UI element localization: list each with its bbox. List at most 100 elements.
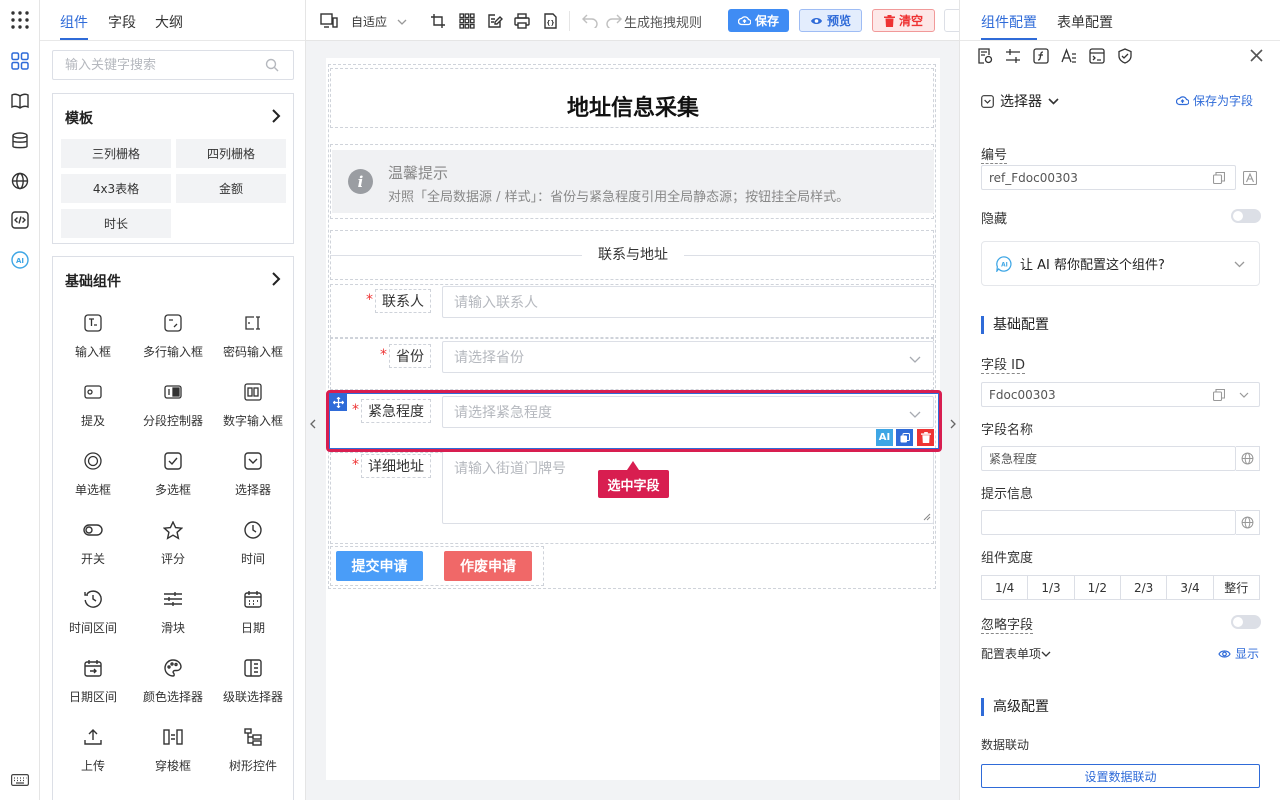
component-date[interactable]: 日期 <box>213 587 293 647</box>
ai-action-button[interactable]: AI <box>876 429 893 446</box>
show-link[interactable]: 显示 <box>1218 645 1259 662</box>
width-option[interactable]: 3/4 <box>1167 576 1214 599</box>
component-segmented[interactable]: 分段控制器 <box>133 380 213 440</box>
layout-mode-select[interactable]: 自适应 <box>351 11 407 31</box>
save-button[interactable]: 保存 <box>728 9 789 32</box>
component-time-range[interactable]: 时间区间 <box>53 587 133 647</box>
id-input[interactable]: ref_Fdoc00303 <box>981 165 1236 190</box>
component-search-input[interactable] <box>53 51 253 79</box>
component-cascader[interactable]: 级联选择器 <box>213 656 293 716</box>
component-mention[interactable]: 提及 <box>53 380 133 440</box>
script-icon[interactable] <box>1089 48 1105 68</box>
template-item[interactable]: 时长 <box>61 209 171 238</box>
edit-icon[interactable] <box>487 11 503 31</box>
width-option[interactable]: 1/2 <box>1075 576 1121 599</box>
component-password[interactable]: 密码输入框 <box>213 311 293 371</box>
component-rate[interactable]: 评分 <box>133 518 213 578</box>
search-icon[interactable] <box>265 58 279 76</box>
ai-config-prompt[interactable]: AI 让 AI 帮你配置这个组件? <box>981 241 1260 286</box>
chevron-down-icon[interactable] <box>1239 392 1249 398</box>
set-data-linkage-button[interactable]: 设置数据联动 <box>981 764 1260 788</box>
save-as-field-link[interactable]: 保存为字段 <box>1176 92 1253 109</box>
section-divider[interactable]: 联系与地址 <box>326 244 940 264</box>
template-item[interactable]: 金额 <box>176 174 286 203</box>
field-id-input[interactable]: Fdoc00303 <box>981 382 1260 407</box>
function-icon[interactable] <box>1033 48 1049 68</box>
sliders-icon[interactable] <box>1005 48 1021 68</box>
tip-alert[interactable]: i 温馨提示 对照「全局数据源 / 样式」：省份与紧急程度引用全局静态源；按钮挂… <box>332 150 934 213</box>
component-slider[interactable]: 滑块 <box>133 587 213 647</box>
void-button[interactable]: 作废申请 <box>444 551 532 581</box>
province-select[interactable]: 请选择省份 <box>442 341 934 373</box>
grid-icon[interactable] <box>459 11 475 31</box>
text-format-icon[interactable] <box>1240 165 1260 190</box>
keyboard-icon[interactable] <box>9 769 31 791</box>
ignore-field-toggle[interactable] <box>1231 615 1261 629</box>
config-form-items-toggle[interactable]: 配置表单项 <box>981 645 1051 662</box>
width-option[interactable]: 1/4 <box>982 576 1029 599</box>
copy-icon[interactable] <box>1213 389 1225 401</box>
components-icon[interactable] <box>9 50 31 72</box>
text-style-icon[interactable] <box>1061 48 1077 68</box>
tab-components[interactable]: 组件 <box>60 12 88 32</box>
width-option[interactable]: 整行 <box>1214 576 1259 599</box>
database-icon[interactable] <box>9 130 31 152</box>
redo-icon[interactable] <box>606 11 622 31</box>
template-item[interactable]: 三列栅格 <box>61 139 171 168</box>
field-name-input[interactable]: 紧急程度 <box>981 446 1236 471</box>
hint-input[interactable] <box>981 510 1236 535</box>
tab-form-config[interactable]: 表单配置 <box>1057 12 1113 32</box>
submit-button[interactable]: 提交申请 <box>336 551 423 581</box>
globe-icon[interactable] <box>1236 446 1260 471</box>
clear-button[interactable]: 清空 <box>872 9 935 32</box>
drag-move-icon[interactable] <box>330 394 347 411</box>
close-icon[interactable] <box>1250 49 1263 66</box>
delete-icon[interactable] <box>917 429 934 446</box>
chevron-right-icon[interactable] <box>271 108 281 128</box>
component-number[interactable]: 数字输入框 <box>213 380 293 440</box>
component-transfer[interactable]: 穿梭框 <box>133 725 213 785</box>
shield-check-icon[interactable] <box>1117 48 1133 68</box>
collapse-right-icon[interactable] <box>946 412 959 436</box>
selected-field-frame[interactable] <box>329 393 939 449</box>
template-item[interactable]: 四列栅格 <box>176 139 286 168</box>
component-select[interactable]: 选择器 <box>213 449 293 509</box>
globe-icon[interactable] <box>1236 510 1260 535</box>
tab-outline[interactable]: 大纲 <box>155 12 183 32</box>
crop-icon[interactable] <box>430 11 446 31</box>
contact-input[interactable]: 请输入联系人 <box>442 286 934 318</box>
component-date-range[interactable]: 日期区间 <box>53 656 133 716</box>
component-type-select[interactable]: 选择器 <box>981 91 1059 111</box>
address-textarea[interactable]: 请输入街道门牌号 <box>442 451 934 524</box>
component-textarea[interactable]: 多行输入框 <box>133 311 213 371</box>
generate-drag-rules[interactable]: 生成拖拽规则 <box>624 11 702 31</box>
collapse-left-icon[interactable] <box>306 412 320 436</box>
undo-icon[interactable] <box>582 11 598 31</box>
component-time[interactable]: 时间 <box>213 518 293 578</box>
ai-assistant-icon[interactable]: AI <box>9 249 31 271</box>
json-file-icon[interactable]: {} <box>542 11 558 31</box>
hidden-toggle[interactable] <box>1231 209 1261 223</box>
form-title[interactable]: 地址信息采集 <box>326 90 940 122</box>
code-icon[interactable] <box>9 209 31 231</box>
width-option[interactable]: 1/3 <box>1028 576 1075 599</box>
print-icon[interactable] <box>514 11 530 31</box>
globe-icon[interactable] <box>9 170 31 192</box>
resize-handle-icon[interactable] <box>923 513 931 521</box>
component-switch[interactable]: 开关 <box>53 518 133 578</box>
width-option[interactable]: 2/3 <box>1121 576 1168 599</box>
chevron-right-icon[interactable] <box>271 271 281 291</box>
device-icon[interactable] <box>320 11 338 31</box>
copy-icon[interactable] <box>1213 172 1225 184</box>
book-icon[interactable] <box>9 90 31 112</box>
component-radio[interactable]: 单选框 <box>53 449 133 509</box>
apps-grid-icon[interactable] <box>9 9 31 31</box>
component-tree[interactable]: 树形控件 <box>213 725 293 785</box>
copy-icon[interactable] <box>896 429 913 446</box>
props-icon[interactable] <box>977 48 993 68</box>
component-upload[interactable]: 上传 <box>53 725 133 785</box>
tab-component-config[interactable]: 组件配置 <box>981 12 1037 32</box>
component-input[interactable]: 输入框 <box>53 311 133 371</box>
component-checkbox[interactable]: 多选框 <box>133 449 213 509</box>
component-color-picker[interactable]: 颜色选择器 <box>133 656 213 716</box>
